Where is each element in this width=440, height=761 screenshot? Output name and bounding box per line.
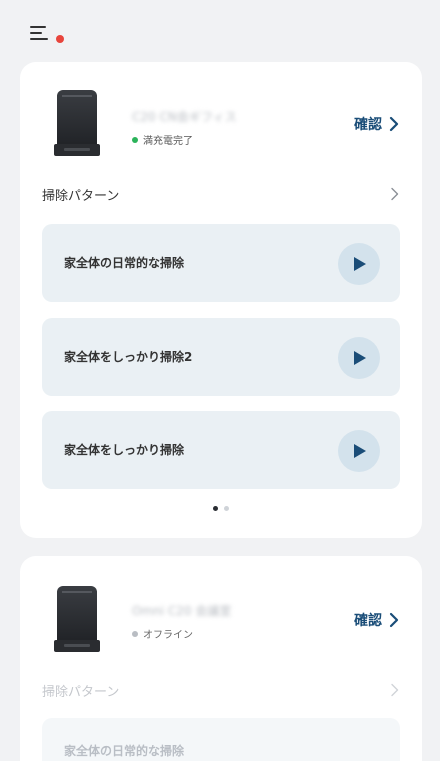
page-dot [224,506,229,511]
device-name: C20 CN会ギフィス [132,110,237,124]
device-status-text: 満充電完了 [143,136,193,147]
robot-vacuum-icon [54,586,100,652]
menu-button[interactable] [30,24,64,44]
confirm-label: 確認 [354,117,382,133]
cleaning-plan-label: 家全体をしっかり掃除 [64,443,185,457]
robot-station-body [57,586,97,646]
page-dot-active [213,506,218,511]
menu-icon-line [30,26,46,28]
device-status: オフライン [132,626,193,641]
confirm-button[interactable]: 確認 [354,610,400,630]
cleaning-pattern-row[interactable]: 掃除パターン [42,680,400,700]
cleaning-plan-label: 家全体の日常的な掃除 [64,256,185,270]
robot-vacuum-icon [54,90,100,156]
play-button[interactable] [338,430,380,472]
robot-station-base [54,144,100,156]
robot-station-body [57,90,97,150]
play-button[interactable] [338,243,380,285]
play-icon [354,351,366,365]
device-card: Omni C20 会議室 オフライン 確認 掃除パターン 家全体の日常的な掃除 [20,556,422,761]
cleaning-plan-item[interactable]: 家全体をしっかり掃除 [42,411,400,489]
cleaning-pattern-label: 掃除パターン [42,188,120,204]
device-status-text: オフライン [143,630,193,641]
device-name: Omni C20 会議室 [132,604,232,618]
page-indicator[interactable] [20,506,422,511]
menu-icon-line [30,38,48,40]
cleaning-plan-label: 家全体の日常的な掃除 [64,744,185,758]
cleaning-pattern-label: 掃除パターン [42,684,120,700]
menu-icon-line [30,32,42,34]
play-button[interactable] [338,337,380,379]
confirm-label: 確認 [354,613,382,629]
status-offline-dot [132,630,138,637]
chevron-right-icon [389,116,399,132]
top-bar [0,0,440,56]
play-icon [354,257,366,271]
chevron-right-icon [391,187,399,201]
device-status: 満充電完了 [132,132,193,147]
cleaning-pattern-row[interactable]: 掃除パターン [42,184,400,204]
chevron-right-icon [389,612,399,628]
chevron-right-icon [391,683,399,697]
cleaning-plan-label: 家全体をしっかり掃除2 [64,350,193,364]
app-screen: C20 CN会ギフィス 満充電完了 確認 掃除パターン 家全体の日常的な掃除 家… [0,0,440,761]
cleaning-plan-item[interactable]: 家全体の日常的な掃除 [42,224,400,302]
notification-dot [56,35,64,43]
robot-station-base [54,640,100,652]
confirm-button[interactable]: 確認 [354,114,400,134]
device-card: C20 CN会ギフィス 満充電完了 確認 掃除パターン 家全体の日常的な掃除 家… [20,62,422,538]
cleaning-plan-item[interactable]: 家全体をしっかり掃除2 [42,318,400,396]
status-online-dot [132,136,138,143]
cleaning-plan-item-disabled: 家全体の日常的な掃除 [42,718,400,761]
play-icon [354,444,366,458]
